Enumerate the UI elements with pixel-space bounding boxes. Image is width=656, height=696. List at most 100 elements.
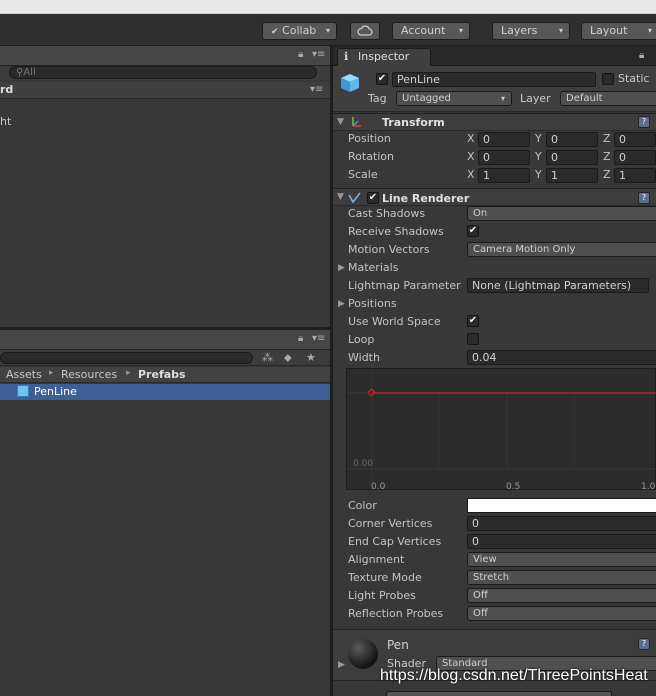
position-z-field[interactable]: 0	[614, 132, 656, 147]
receive-shadows-checkbox[interactable]: ✔	[467, 225, 479, 237]
layer-label: Layer	[520, 92, 551, 105]
end-cap-vertices-label: End Cap Vertices	[348, 535, 442, 548]
foldout-open-icon[interactable]: ▼	[337, 192, 344, 202]
layout-dropdown[interactable]: Layout ▾	[581, 22, 656, 40]
check-icon: ✔	[271, 27, 279, 37]
alignment-dropdown[interactable]: View	[467, 552, 656, 567]
help-book-icon[interactable]: ?	[638, 638, 650, 650]
light-probes-dropdown[interactable]: Off	[467, 588, 656, 603]
axis-x-label: X	[467, 150, 475, 163]
breadcrumb-prefabs[interactable]: Prefabs	[138, 368, 186, 381]
positions-label[interactable]: Positions	[348, 297, 397, 310]
info-icon: ℹ︎	[344, 50, 349, 63]
project-list-item[interactable]: PenLine	[0, 384, 330, 400]
breadcrumb-resources[interactable]: Resources	[61, 368, 117, 381]
cast-shadows-dropdown[interactable]: On	[467, 206, 656, 221]
help-book-icon[interactable]: ?	[638, 192, 650, 204]
scale-x-field[interactable]: 1	[478, 168, 530, 183]
width-curve-editor[interactable]	[346, 368, 656, 491]
layer-value: Default	[566, 93, 603, 104]
hierarchy-scene-header[interactable]: rd ▾≡	[0, 82, 330, 99]
texture-mode-label: Texture Mode	[348, 571, 422, 584]
scale-z-field[interactable]: 1	[614, 168, 656, 183]
corner-vertices-field[interactable]: 0	[467, 516, 656, 531]
lock-icon[interactable]: 🔒︎	[298, 49, 303, 60]
static-label: Static	[618, 72, 650, 85]
axis-x-label: X	[467, 168, 475, 181]
search-placeholder: All	[23, 67, 36, 78]
hierarchy-search-bar: ⚲All	[0, 66, 330, 80]
chevron-down-icon: ▾	[500, 94, 505, 103]
breadcrumb-assets[interactable]: Assets	[6, 368, 42, 381]
loop-checkbox[interactable]	[467, 333, 479, 345]
rotation-y-field[interactable]: 0	[546, 150, 598, 165]
label-tag-icon[interactable]: ⬥	[284, 351, 292, 365]
foldout-closed-icon[interactable]: ▶	[338, 660, 345, 670]
help-book-icon[interactable]: ?	[638, 116, 650, 128]
lightmap-parameters-field[interactable]: None (Lightmap Parameters)	[467, 278, 649, 293]
color-gradient-field[interactable]	[467, 498, 656, 513]
width-label: Width	[348, 351, 380, 364]
use-world-space-checkbox[interactable]: ✔	[467, 315, 479, 327]
add-component-button[interactable]	[386, 691, 612, 696]
inspector-tab-bar: ℹ︎ Inspector 🔒︎	[333, 46, 656, 66]
scene-name-fragment: rd	[0, 83, 14, 96]
transform-header[interactable]: ▼ Transform ?	[333, 113, 656, 131]
line-renderer-header[interactable]: ▼ ✔ Line Renderer ?	[333, 188, 656, 206]
active-checkbox[interactable]: ✔	[376, 73, 388, 85]
line-renderer-icon	[348, 192, 361, 204]
hierarchy-item[interactable]: ht	[0, 115, 11, 128]
breadcrumb-separator: ▸	[49, 368, 54, 378]
window-top-strip	[0, 0, 656, 14]
tab-inspector[interactable]: ℹ︎ Inspector	[337, 48, 431, 66]
lock-icon[interactable]: 🔒︎	[639, 50, 644, 61]
cloud-icon	[357, 25, 373, 36]
materials-label[interactable]: Materials	[348, 261, 398, 274]
hierarchy-tab-header: 🔒︎ ▾≡	[0, 46, 330, 66]
rotation-z-field[interactable]: 0	[614, 150, 656, 165]
scene-menu-icon[interactable]: ▾≡	[310, 84, 323, 95]
reflection-probes-dropdown[interactable]: Off	[467, 606, 656, 621]
material-preview-sphere	[348, 639, 378, 669]
position-y-field[interactable]: 0	[546, 132, 598, 147]
axis-z-label: Z	[603, 132, 611, 145]
collab-button[interactable]: ✔ Collab ▾	[262, 22, 337, 40]
line-renderer-title: Line Renderer	[382, 192, 470, 205]
cloud-button[interactable]	[350, 22, 380, 40]
foldout-closed-icon[interactable]: ▶	[338, 299, 345, 309]
motion-vectors-dropdown[interactable]: Camera Motion Only	[467, 242, 656, 257]
line-renderer-enabled-checkbox[interactable]: ✔	[367, 192, 379, 204]
menu-icon[interactable]: ▾≡	[312, 333, 325, 344]
layers-dropdown[interactable]: Layers ▾	[492, 22, 570, 40]
lock-icon[interactable]: 🔒︎	[298, 333, 303, 344]
prefab-icon	[17, 385, 29, 397]
project-item-label: PenLine	[34, 385, 77, 398]
texture-mode-dropdown[interactable]: Stretch	[467, 570, 656, 585]
texture-mode-value: Stretch	[473, 572, 510, 583]
scale-y-field[interactable]: 1	[546, 168, 598, 183]
favorite-star-icon[interactable]: ★	[306, 351, 316, 364]
reflection-probes-value: Off	[473, 608, 488, 619]
position-x-field[interactable]: 0	[478, 132, 530, 147]
object-name-field[interactable]: PenLine	[392, 72, 596, 87]
chevron-down-icon: ▾	[325, 26, 330, 35]
project-tab-header: 🔒︎ ▾≡	[0, 330, 330, 350]
account-dropdown[interactable]: Account ▾	[392, 22, 470, 40]
width-field[interactable]: 0.04	[467, 350, 656, 365]
rotation-x-field[interactable]: 0	[478, 150, 530, 165]
project-search-input[interactable]	[0, 352, 253, 364]
axis-z-label: Z	[603, 168, 611, 181]
hierarchy-search-input[interactable]: ⚲All	[9, 66, 317, 79]
prefab-cube-icon	[341, 74, 359, 92]
axis-y-label: Y	[535, 150, 542, 163]
layer-dropdown[interactable]: Default	[560, 91, 656, 106]
end-cap-vertices-field[interactable]: 0	[467, 534, 656, 549]
static-checkbox[interactable]	[602, 73, 614, 85]
filter-type-icon[interactable]: ⁂	[262, 351, 273, 364]
rotation-label: Rotation	[348, 150, 395, 163]
foldout-open-icon[interactable]: ▼	[337, 117, 344, 127]
foldout-closed-icon[interactable]: ▶	[338, 263, 345, 273]
loop-label: Loop	[348, 333, 375, 346]
tag-dropdown[interactable]: Untagged ▾	[396, 91, 512, 106]
menu-icon[interactable]: ▾≡	[312, 49, 325, 60]
